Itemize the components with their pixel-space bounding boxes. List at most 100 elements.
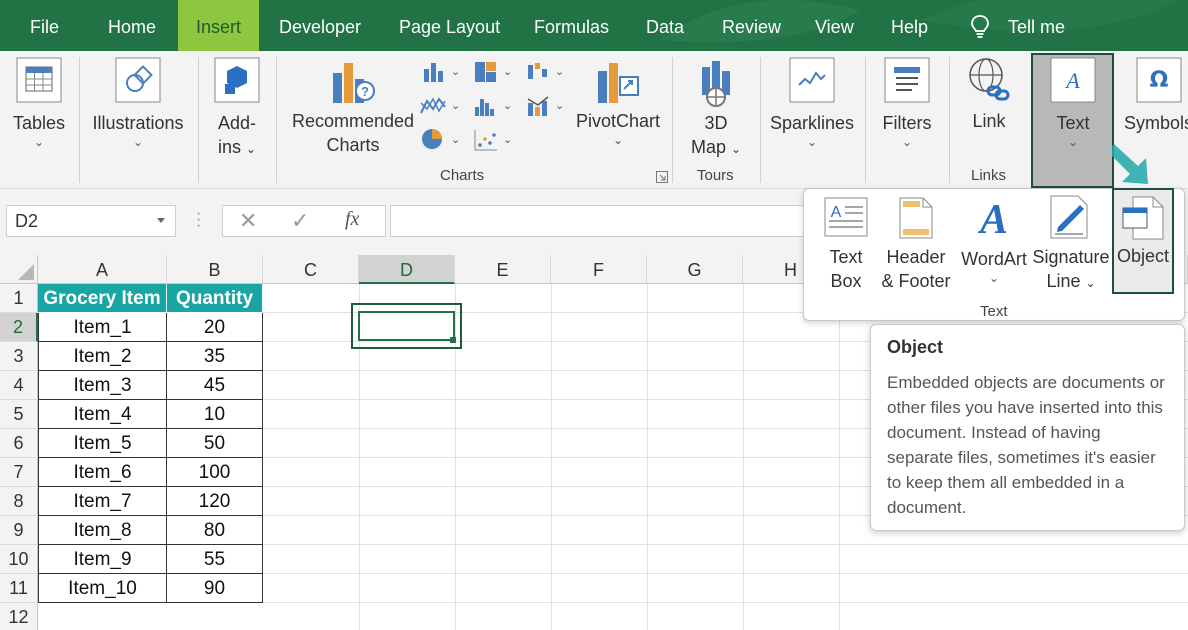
drag-handle-icon[interactable]: · · · xyxy=(196,206,201,234)
tab-developer[interactable]: Developer xyxy=(279,0,361,51)
tab-formulas[interactable]: Formulas xyxy=(534,0,609,51)
recommended-charts-button[interactable]: ? Recommended Charts xyxy=(288,59,418,157)
table-cell-item[interactable]: Item_7 xyxy=(38,487,167,516)
addins-button[interactable]: Add- ins ⌄ xyxy=(208,55,266,161)
table-cell-quantity[interactable]: 45 xyxy=(167,371,263,400)
chevron-down-icon: ⌄ xyxy=(612,133,624,147)
pointer-arrow-icon xyxy=(1112,144,1148,184)
table-header-grocery-item[interactable]: Grocery Item xyxy=(38,284,167,313)
row-header[interactable]: 6 xyxy=(0,429,38,458)
caret-down-icon[interactable] xyxy=(157,218,165,223)
row-header[interactable]: 5 xyxy=(0,400,38,429)
text-box-button[interactable]: A Text Box xyxy=(820,197,872,293)
cancel-icon[interactable]: ✕ xyxy=(239,208,257,234)
enter-icon[interactable]: ✓ xyxy=(291,208,309,234)
table-header-quantity[interactable]: Quantity xyxy=(167,284,263,313)
filters-button[interactable]: Filters ⌄ xyxy=(876,55,938,149)
charts-group-label: Charts xyxy=(440,167,485,184)
line-chart-icon[interactable] xyxy=(420,95,446,117)
row-header[interactable]: 3 xyxy=(0,342,38,371)
tooltip-title: Object xyxy=(887,337,944,357)
filters-icon xyxy=(884,57,930,103)
pie-chart-icon[interactable] xyxy=(420,127,444,151)
row-header[interactable]: 8 xyxy=(0,487,38,516)
3d-map-button[interactable]: 3D Map ⌄ xyxy=(684,59,748,161)
sparklines-button[interactable]: Sparklines ⌄ xyxy=(768,55,856,149)
table-cell-item[interactable]: Item_8 xyxy=(38,516,167,545)
row-header[interactable]: 4 xyxy=(0,371,38,400)
table-cell-quantity[interactable]: 50 xyxy=(167,429,263,458)
tab-home[interactable]: Home xyxy=(108,0,156,51)
row-header[interactable]: 11 xyxy=(0,574,38,603)
row-header[interactable]: 9 xyxy=(0,516,38,545)
active-cell-d2[interactable] xyxy=(351,303,462,349)
name-box[interactable]: D2 xyxy=(6,205,176,237)
lightbulb-icon xyxy=(971,15,989,38)
table-cell-item[interactable]: Item_1 xyxy=(38,313,167,342)
link-button[interactable]: Link xyxy=(960,55,1018,133)
table-cell-quantity[interactable]: 100 xyxy=(167,458,263,487)
symbols-button[interactable]: Ω Symbols xyxy=(1124,55,1188,135)
table-cell-item[interactable]: Item_3 xyxy=(38,371,167,400)
signature-line-button[interactable]: Signature Line ⌄ xyxy=(1030,195,1112,295)
chevron-down-icon: ⌄ xyxy=(451,100,461,112)
column-chart-icon[interactable] xyxy=(422,61,446,83)
table-cell-quantity[interactable]: 90 xyxy=(167,574,263,603)
tell-me-search[interactable]: Tell me xyxy=(1008,0,1065,51)
table-cell-item[interactable]: Item_2 xyxy=(38,342,167,371)
table-cell-item[interactable]: Item_10 xyxy=(38,574,167,603)
sparklines-icon xyxy=(789,57,835,103)
column-header-f[interactable]: F xyxy=(551,255,647,284)
table-cell-quantity[interactable]: 55 xyxy=(167,545,263,574)
table-cell-quantity[interactable]: 35 xyxy=(167,342,263,371)
tab-file[interactable]: File xyxy=(30,0,59,51)
addins-icon xyxy=(214,57,260,103)
statistic-chart-icon[interactable] xyxy=(474,95,498,117)
tab-review[interactable]: Review xyxy=(722,0,781,51)
pivotchart-button[interactable]: PivotChart ⌄ xyxy=(574,59,662,147)
table-cell-quantity[interactable]: 10 xyxy=(167,400,263,429)
column-header-e[interactable]: E xyxy=(455,255,551,284)
ribbon: Tables ⌄ Illustrations ⌄ Add- ins ⌄ ? Re… xyxy=(0,51,1188,189)
column-header-b[interactable]: B xyxy=(167,255,263,284)
table-cell-quantity[interactable]: 80 xyxy=(167,516,263,545)
illustrations-button[interactable]: Illustrations ⌄ xyxy=(88,55,188,149)
table-cell-quantity[interactable]: 20 xyxy=(167,313,263,342)
column-header-d[interactable]: D xyxy=(359,255,455,284)
formula-input[interactable] xyxy=(390,205,810,237)
hierarchy-chart-icon[interactable] xyxy=(474,61,498,83)
row-header[interactable]: 10 xyxy=(0,545,38,574)
chevron-down-icon: ⌄ xyxy=(503,134,513,146)
combo-chart-icon[interactable] xyxy=(526,95,550,117)
table-cell-quantity[interactable]: 120 xyxy=(167,487,263,516)
table-cell-item[interactable]: Item_5 xyxy=(38,429,167,458)
object-button[interactable]: Object xyxy=(1112,196,1174,268)
dialog-launcher-icon[interactable] xyxy=(656,171,668,183)
text-button[interactable]: A Text ⌄ xyxy=(1040,57,1106,149)
table-cell-item[interactable]: Item_6 xyxy=(38,458,167,487)
row-header[interactable]: 1 xyxy=(0,284,38,313)
row-header[interactable]: 7 xyxy=(0,458,38,487)
formula-buttons: ✕ ✓ fx xyxy=(222,205,386,237)
tab-insert[interactable]: Insert xyxy=(178,0,259,51)
tables-button[interactable]: Tables ⌄ xyxy=(8,55,70,149)
row-header[interactable]: 2 xyxy=(0,313,38,342)
ribbon-separator xyxy=(198,57,199,183)
scatter-chart-icon[interactable] xyxy=(474,129,498,151)
table-cell-item[interactable]: Item_4 xyxy=(38,400,167,429)
tab-data[interactable]: Data xyxy=(646,0,684,51)
fill-handle[interactable] xyxy=(450,337,456,343)
tab-view[interactable]: View xyxy=(815,0,854,51)
column-header-g[interactable]: G xyxy=(647,255,743,284)
wordart-button[interactable]: A WordArt ⌄ xyxy=(956,195,1032,285)
tab-help[interactable]: Help xyxy=(891,0,928,51)
column-header-a[interactable]: A xyxy=(38,255,167,284)
column-header-c[interactable]: C xyxy=(263,255,359,284)
insert-function-button[interactable]: fx xyxy=(345,208,359,231)
header-footer-button[interactable]: Header & Footer xyxy=(878,197,954,293)
waterfall-chart-icon[interactable] xyxy=(526,61,550,83)
table-cell-item[interactable]: Item_9 xyxy=(38,545,167,574)
select-all-button[interactable] xyxy=(0,255,38,284)
row-header[interactable]: 12 xyxy=(0,603,38,630)
tab-page-layout[interactable]: Page Layout xyxy=(399,0,500,51)
